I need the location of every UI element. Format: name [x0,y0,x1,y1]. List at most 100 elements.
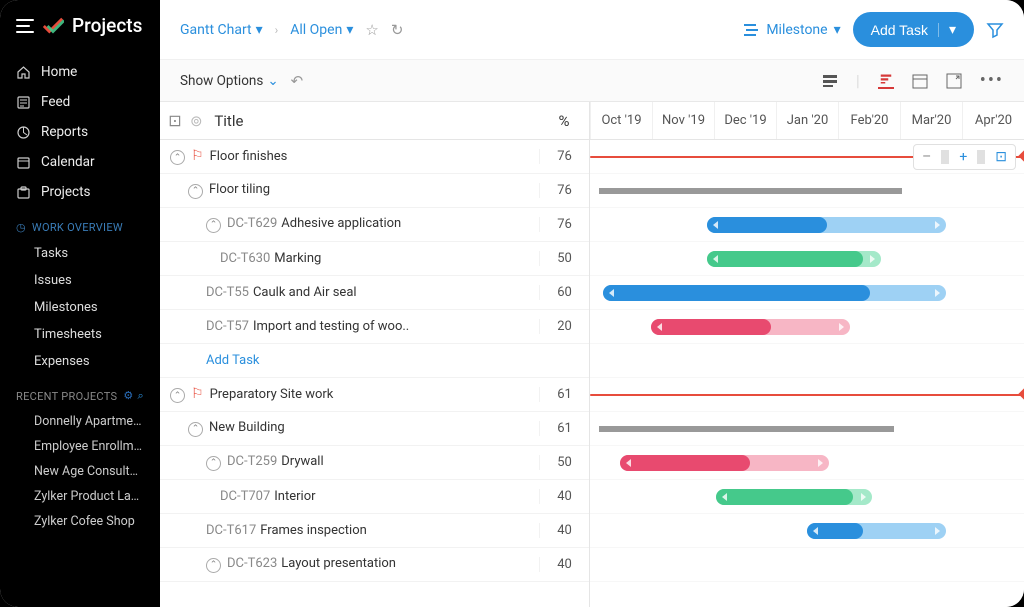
gantt-bar[interactable] [599,188,903,194]
timeline-row[interactable] [590,514,1024,548]
timeline-row[interactable] [590,242,1024,276]
refresh-icon[interactable]: ↻ [391,21,404,39]
task-row[interactable]: ⌃⚐Floor finishes76 [160,140,589,174]
topbar: Gantt Chart ▾ › All Open ▾ ☆ ↻ Milestone… [160,0,1024,60]
brand: Projects [0,14,160,57]
recent-project[interactable]: New Age Consultancy [0,459,160,484]
collapse-icon[interactable]: ⌃ [188,184,203,199]
task-row[interactable]: DC-T707Interior40 [160,480,589,514]
filter-icon[interactable] [986,21,1004,39]
chevron-down-icon: ▾ [256,22,263,38]
timeline-row[interactable] [590,480,1024,514]
gantt-bar[interactable] [707,217,946,233]
task-row[interactable]: ⌃DC-T623Layout presentation40 [160,548,589,582]
chevron-down-icon: ▾ [346,22,353,38]
percent-header[interactable]: % [539,112,589,130]
recent-project[interactable]: Employee Enrollment [0,434,160,459]
timeline-row[interactable] [590,446,1024,480]
task-row[interactable]: ⌃New Building61 [160,412,589,446]
title-header[interactable]: Title [214,112,243,130]
month-header: Oct '19 [590,102,652,139]
nav-calendar[interactable]: Calendar [0,147,160,177]
show-options-toggle[interactable]: Show Options ⌄ [180,73,279,89]
view-selector[interactable]: Gantt Chart ▾ [180,22,263,38]
recent-project[interactable]: Zylker Cofee Shop [0,509,160,534]
calendar-icon[interactable] [912,73,928,89]
nav-home[interactable]: Home [0,57,160,87]
timeline-row[interactable] [590,174,1024,208]
fullscreen-icon[interactable] [946,73,962,89]
logo-icon [42,16,64,36]
zoom-control: – + ⊡ [913,144,1016,170]
timeline-row[interactable] [590,276,1024,310]
task-row[interactable]: ⌃DC-T259Drywall50 [160,446,589,480]
gantt-bar[interactable] [707,251,881,267]
nav-work-milestones[interactable]: Milestones [0,294,160,321]
collapse-icon[interactable]: ⌃ [170,388,185,403]
task-list-header: ⊡ ⊚ Title % [160,102,589,140]
zoom-in-button[interactable]: + [955,149,971,165]
gantt-bar[interactable] [599,426,894,432]
collapse-icon[interactable]: ⌃ [206,456,221,471]
timeline-row[interactable] [590,548,1024,582]
nav-projects[interactable]: Projects [0,177,160,207]
gantt-bar[interactable] [620,455,828,471]
recent-project[interactable]: Donnelly Apartments [0,409,160,434]
undo-icon[interactable]: ↶ [291,72,304,90]
settings-icon[interactable]: ⚙ [123,389,133,403]
task-row[interactable]: DC-T630Marking50 [160,242,589,276]
calendar-icon [16,155,31,170]
timeline-row[interactable] [590,412,1024,446]
task-row[interactable]: DC-T55Caulk and Air seal60 [160,276,589,310]
zoom-fit-button[interactable]: ⊡ [991,149,1011,165]
gantt-bar[interactable] [716,489,872,505]
task-row[interactable]: ⌃DC-T629Adhesive application76 [160,208,589,242]
search-icon[interactable]: ⌕ [138,389,144,403]
nav-work-timesheets[interactable]: Timesheets [0,321,160,348]
zoom-out-button[interactable]: – [918,149,935,165]
timeline-row[interactable]: – + ⊡ [590,140,1024,174]
home-icon [16,65,31,80]
collapse-icon[interactable]: ⌃ [206,558,221,573]
collapse-icon[interactable]: ⌃ [188,422,203,437]
add-task-inline[interactable]: Add Task [160,344,589,378]
nav-reports[interactable]: Reports [0,117,160,147]
options-bar: Show Options ⌄ ↶ | ••• [160,60,1024,102]
gantt-bar[interactable] [807,523,946,539]
more-icon[interactable]: ••• [980,70,1004,91]
star-icon[interactable]: ☆ [365,21,378,39]
task-row[interactable]: ⌃Floor tiling76 [160,174,589,208]
nav-work-expenses[interactable]: Expenses [0,348,160,375]
collapse-icon[interactable]: ⌃ [170,150,185,165]
section-recent-projects: RECENT PROJECTS ⚙ ⌕ [0,375,160,409]
timeline-row[interactable] [590,310,1024,344]
gantt-bar[interactable] [651,319,851,335]
timeline-body[interactable]: – + ⊡ [590,140,1024,582]
timeline-row[interactable] [590,378,1024,412]
chevron-down-icon: ▾ [949,21,956,38]
view-mode-2-icon[interactable] [878,73,894,89]
nav-work-tasks[interactable]: Tasks [0,240,160,267]
recent-project[interactable]: Zylker Product Launch [0,484,160,509]
menu-icon[interactable] [16,19,34,33]
nav-work-issues[interactable]: Issues [0,267,160,294]
gantt-bar[interactable] [603,285,946,301]
nav-feed[interactable]: Feed [0,87,160,117]
task-row[interactable]: ⌃⚐Preparatory Site work61 [160,378,589,412]
task-row[interactable]: DC-T57Import and testing of woo..20 [160,310,589,344]
view-mode-1-icon[interactable] [822,73,838,89]
gantt-task-list: ⊡ ⊚ Title % ⌃⚐Floor finishes76⌃Floor til… [160,102,590,607]
section-work-overview[interactable]: ◷ WORK OVERVIEW [0,207,160,240]
milestone-dropdown[interactable]: Milestone ▾ [744,22,840,38]
filter-selector[interactable]: All Open ▾ [290,22,353,38]
timeline-row[interactable] [590,208,1024,242]
task-row[interactable]: DC-T617Frames inspection40 [160,514,589,548]
gantt-bar[interactable] [590,394,1024,396]
collapse-icon[interactable]: ⌃ [206,218,221,233]
phase-icon: ⚐ [191,386,204,402]
timeline-row[interactable] [590,344,1024,378]
expand-all-icon[interactable]: ⊡ [160,111,190,130]
add-task-button[interactable]: Add Task ▾ [853,12,974,47]
timeline-header: Oct '19Nov '19Dec '19Jan '20Feb'20Mar'20… [590,102,1024,140]
month-header: Nov '19 [652,102,714,139]
